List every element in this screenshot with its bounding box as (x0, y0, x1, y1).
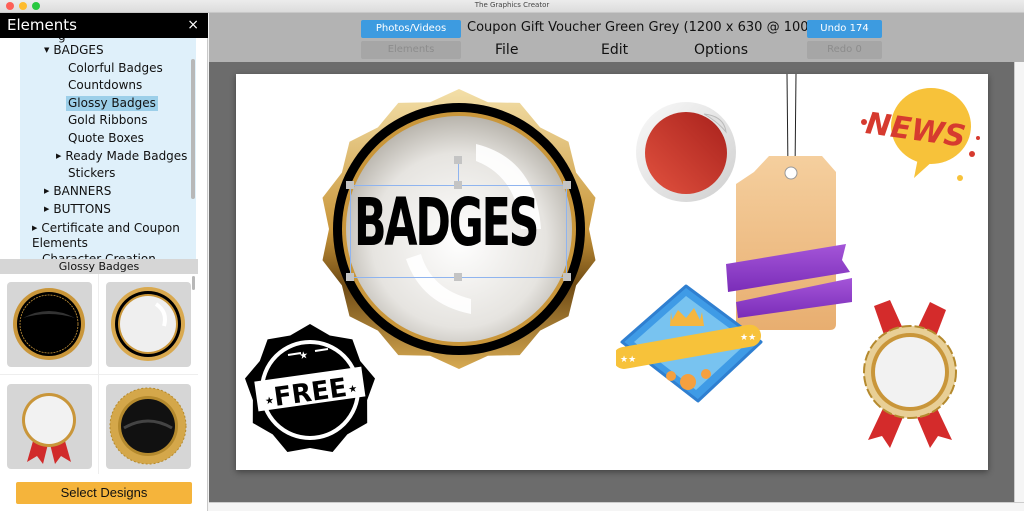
blue-diamond-badge-element[interactable]: ★★ ★★ (616, 284, 766, 404)
resize-handle[interactable] (563, 181, 571, 189)
elements-panel: Elements × g ▼BADGES Colorful Badges Cou… (0, 13, 208, 511)
title-bar: The Graphics Creator (0, 0, 1024, 13)
tree-item-badges[interactable]: ▼ BADGES (44, 43, 104, 58)
tree-item-colorful-badges[interactable]: Colorful Badges (68, 61, 163, 76)
thumbnail-ribbon-badge[interactable] (7, 384, 92, 469)
document-title: Coupon Gift Voucher Green Grey (1200 x 6… (467, 20, 826, 35)
window-title: The Graphics Creator (474, 1, 550, 9)
free-stamp-element[interactable]: FREE ★ ★ ★ (242, 322, 378, 458)
tree-item-glossy-badges[interactable]: Glossy Badges (66, 96, 158, 111)
right-panel-edge (1014, 62, 1024, 511)
elements-tree: g ▼BADGES Colorful Badges Countdowns Glo… (0, 38, 208, 259)
caret-right-icon: ▶ (56, 152, 62, 160)
tree-item-character-creation[interactable]: Character Creation (42, 252, 156, 259)
tree-item-buttons[interactable]: ▶ BUTTONS (44, 202, 111, 217)
redo-button[interactable]: Redo 0 (807, 41, 882, 59)
resize-handle[interactable] (454, 181, 462, 189)
tree-item-gold-ribbons[interactable]: Gold Ribbons (68, 113, 148, 128)
rotate-handle[interactable] (454, 156, 462, 164)
thumbnail-grid (0, 274, 198, 474)
svg-text:★: ★ (298, 350, 308, 362)
svg-text:★★: ★★ (620, 355, 636, 365)
resize-handle[interactable] (454, 273, 462, 281)
caret-right-icon: ▶ (44, 205, 50, 213)
thumbnail-black-serrated-badge[interactable] (106, 384, 191, 469)
resize-handle[interactable] (346, 273, 354, 281)
tree-item-stickers[interactable]: Stickers (68, 166, 115, 181)
close-icon[interactable]: × (187, 17, 199, 33)
tree-item-certificate-coupon[interactable]: ▶ Certificate and Coupon Elements (32, 221, 192, 251)
caret-right-icon: ▶ (32, 224, 38, 232)
canvas-workspace: BADGES FREE ★ ★ ★ NEWS ★★ ★★ (209, 62, 1014, 502)
thumbnail-black-gold-badge[interactable] (7, 282, 92, 367)
selection-box (350, 185, 567, 278)
thumbnail-white-seal-badge[interactable] (106, 282, 191, 367)
svg-text:★: ★ (264, 395, 274, 407)
design-canvas[interactable]: BADGES FREE ★ ★ ★ NEWS ★★ ★★ (236, 74, 988, 470)
gold-ribbon-badge-element[interactable] (860, 292, 960, 452)
thumbnail-scrollbar[interactable] (192, 276, 195, 290)
toolbar: Photos/Videos Elements Coupon Gift Vouch… (209, 13, 1024, 62)
elements-panel-title: Elements (7, 16, 77, 34)
undo-button[interactable]: Undo 174 (807, 20, 882, 38)
news-bubble-element[interactable]: NEWS (856, 78, 986, 183)
category-label: Glossy Badges (0, 259, 198, 274)
tree-item-banners[interactable]: ▶ BANNERS (44, 184, 111, 199)
menu-options[interactable]: Options (694, 42, 748, 58)
tree-item-ready-made-badges[interactable]: ▶ Ready Made Badges (56, 149, 187, 164)
caret-right-icon: ▶ (44, 187, 50, 195)
photos-videos-button[interactable]: Photos/Videos (361, 20, 461, 38)
svg-text:★★: ★★ (740, 333, 756, 343)
elements-button[interactable]: Elements (361, 41, 461, 59)
red-sticker-element[interactable] (634, 100, 738, 204)
bottom-panel-edge (209, 502, 1024, 511)
resize-handle[interactable] (563, 273, 571, 281)
menu-file[interactable]: File (495, 42, 518, 58)
elements-panel-header: Elements × (0, 13, 208, 38)
menu-edit[interactable]: Edit (601, 42, 628, 58)
caret-down-icon: ▼ (44, 46, 50, 54)
tree-scrollbar[interactable] (191, 59, 195, 199)
resize-handle[interactable] (346, 181, 354, 189)
tree-item-countdowns[interactable]: Countdowns (68, 78, 142, 93)
tree-item-quote-boxes[interactable]: Quote Boxes (68, 131, 144, 146)
select-designs-button[interactable]: Select Designs (16, 482, 192, 504)
svg-text:★: ★ (348, 383, 358, 395)
